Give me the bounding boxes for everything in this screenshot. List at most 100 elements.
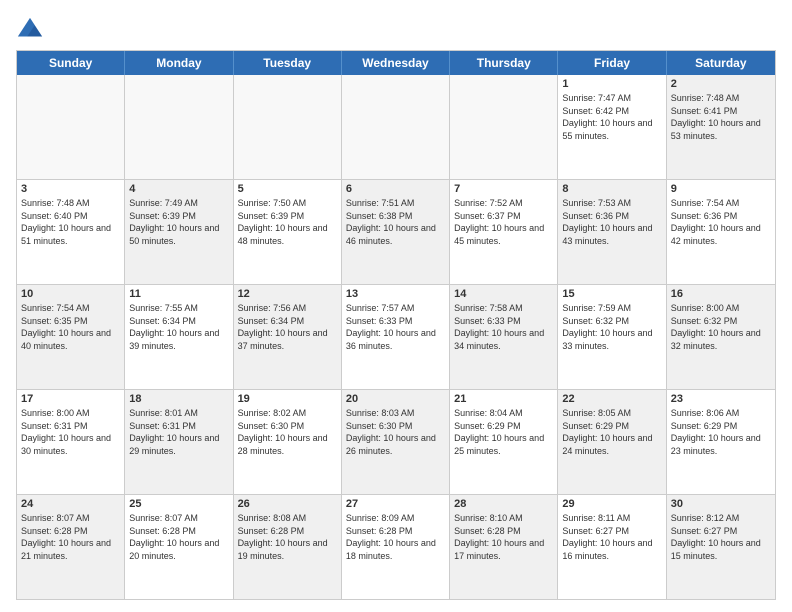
calendar-cell: 20 Sunrise: 8:03 AMSunset: 6:30 PMDayligh… xyxy=(342,390,450,494)
day-info: Sunrise: 7:50 AMSunset: 6:39 PMDaylight:… xyxy=(238,197,337,247)
calendar-cell: 27Sunrise: 8:09 AMSunset: 6:28 PMDayligh… xyxy=(342,495,450,599)
day-number: 5 xyxy=(238,183,337,195)
calendar-cell: 15Sunrise: 7:59 AMSunset: 6:32 PMDayligh… xyxy=(558,285,666,389)
day-info: Sunrise: 8:11 AMSunset: 6:27 PMDaylight:… xyxy=(562,512,661,562)
calendar-cell: 29 Sunrise: 8:11 AMSunset: 6:27 PMDayligh… xyxy=(558,495,666,599)
calendar-cell: 18 Sunrise: 8:01 AMSunset: 6:31 PMDayligh… xyxy=(125,390,233,494)
day-number: 23 xyxy=(671,393,771,405)
day-info: Sunrise: 7:48 AMSunset: 6:40 PMDaylight:… xyxy=(21,197,120,247)
day-number: 20 xyxy=(346,393,445,405)
calendar-cell: 5 Sunrise: 7:50 AMSunset: 6:39 PMDaylight… xyxy=(234,180,342,284)
logo-icon xyxy=(16,16,44,44)
calendar-cell: 13 Sunrise: 7:57 AMSunset: 6:33 PMDayligh… xyxy=(342,285,450,389)
calendar-row: 17 Sunrise: 8:00 AMSunset: 6:31 PMDayligh… xyxy=(17,389,775,494)
day-number: 29 xyxy=(562,498,661,510)
day-number: 16 xyxy=(671,288,771,300)
day-number: 8 xyxy=(562,183,661,195)
day-info: Sunrise: 8:12 AMSunset: 6:27 PMDaylight:… xyxy=(671,512,771,562)
calendar-row: 3 Sunrise: 7:48 AMSunset: 6:40 PMDaylight… xyxy=(17,179,775,284)
page: SundayMondayTuesdayWednesdayThursdayFrid… xyxy=(0,0,792,612)
calendar-cell xyxy=(342,75,450,179)
day-number: 21 xyxy=(454,393,553,405)
calendar-body: 1Sunrise: 7:47 AMSunset: 6:42 PMDaylight… xyxy=(17,75,775,599)
day-info: Sunrise: 7:54 AMSunset: 6:36 PMDaylight:… xyxy=(671,197,771,247)
day-info: Sunrise: 8:07 AMSunset: 6:28 PMDaylight:… xyxy=(129,512,228,562)
calendar-cell: 11 Sunrise: 7:55 AMSunset: 6:34 PMDayligh… xyxy=(125,285,233,389)
day-info: Sunrise: 7:54 AMSunset: 6:35 PMDaylight:… xyxy=(21,302,120,352)
calendar-header-day: Monday xyxy=(125,51,233,75)
day-info: Sunrise: 8:00 AMSunset: 6:32 PMDaylight:… xyxy=(671,302,771,352)
day-number: 2 xyxy=(671,78,771,90)
day-number: 7 xyxy=(454,183,553,195)
day-info: Sunrise: 8:06 AMSunset: 6:29 PMDaylight:… xyxy=(671,407,771,457)
calendar-cell: 17 Sunrise: 8:00 AMSunset: 6:31 PMDayligh… xyxy=(17,390,125,494)
calendar-cell: 14Sunrise: 7:58 AMSunset: 6:33 PMDayligh… xyxy=(450,285,558,389)
day-number: 1 xyxy=(562,78,661,90)
calendar-header-day: Friday xyxy=(558,51,666,75)
calendar-cell: 2Sunrise: 7:48 AMSunset: 6:41 PMDaylight… xyxy=(667,75,775,179)
calendar-cell: 28 Sunrise: 8:10 AMSunset: 6:28 PMDayligh… xyxy=(450,495,558,599)
day-number: 6 xyxy=(346,183,445,195)
calendar-cell: 8 Sunrise: 7:53 AMSunset: 6:36 PMDaylight… xyxy=(558,180,666,284)
calendar-cell xyxy=(125,75,233,179)
day-number: 19 xyxy=(238,393,337,405)
calendar-cell: 21 Sunrise: 8:04 AMSunset: 6:29 PMDayligh… xyxy=(450,390,558,494)
day-number: 22 xyxy=(562,393,661,405)
day-info: Sunrise: 8:02 AMSunset: 6:30 PMDaylight:… xyxy=(238,407,337,457)
calendar-header-day: Wednesday xyxy=(342,51,450,75)
day-number: 11 xyxy=(129,288,228,300)
day-number: 30 xyxy=(671,498,771,510)
calendar-cell xyxy=(450,75,558,179)
calendar-cell: 30 Sunrise: 8:12 AMSunset: 6:27 PMDayligh… xyxy=(667,495,775,599)
day-info: Sunrise: 7:52 AMSunset: 6:37 PMDaylight:… xyxy=(454,197,553,247)
day-number: 9 xyxy=(671,183,771,195)
day-info: Sunrise: 8:00 AMSunset: 6:31 PMDaylight:… xyxy=(21,407,120,457)
calendar-cell: 9 Sunrise: 7:54 AMSunset: 6:36 PMDaylight… xyxy=(667,180,775,284)
day-info: Sunrise: 7:57 AMSunset: 6:33 PMDaylight:… xyxy=(346,302,445,352)
calendar-cell: 10 Sunrise: 7:54 AMSunset: 6:35 PMDayligh… xyxy=(17,285,125,389)
calendar: SundayMondayTuesdayWednesdayThursdayFrid… xyxy=(16,50,776,600)
calendar-cell: 19 Sunrise: 8:02 AMSunset: 6:30 PMDayligh… xyxy=(234,390,342,494)
day-number: 13 xyxy=(346,288,445,300)
calendar-cell: 24Sunrise: 8:07 AMSunset: 6:28 PMDayligh… xyxy=(17,495,125,599)
day-info: Sunrise: 8:03 AMSunset: 6:30 PMDaylight:… xyxy=(346,407,445,457)
day-number: 25 xyxy=(129,498,228,510)
day-number: 24 xyxy=(21,498,120,510)
day-info: Sunrise: 7:49 AMSunset: 6:39 PMDaylight:… xyxy=(129,197,228,247)
day-info: Sunrise: 8:08 AMSunset: 6:28 PMDaylight:… xyxy=(238,512,337,562)
day-number: 12 xyxy=(238,288,337,300)
calendar-cell xyxy=(17,75,125,179)
calendar-cell xyxy=(234,75,342,179)
day-info: Sunrise: 8:01 AMSunset: 6:31 PMDaylight:… xyxy=(129,407,228,457)
calendar-cell: 12Sunrise: 7:56 AMSunset: 6:34 PMDayligh… xyxy=(234,285,342,389)
day-number: 17 xyxy=(21,393,120,405)
calendar-cell: 3 Sunrise: 7:48 AMSunset: 6:40 PMDaylight… xyxy=(17,180,125,284)
calendar-row: 10 Sunrise: 7:54 AMSunset: 6:35 PMDayligh… xyxy=(17,284,775,389)
calendar-header-day: Tuesday xyxy=(234,51,342,75)
calendar-cell: 1Sunrise: 7:47 AMSunset: 6:42 PMDaylight… xyxy=(558,75,666,179)
calendar-row: 24 Sunrise: 8:07 AMSunset: 6:28 PMDayligh… xyxy=(17,494,775,599)
calendar-cell: 16 Sunrise: 8:00 AMSunset: 6:32 PMDayligh… xyxy=(667,285,775,389)
day-info: Sunrise: 7:55 AMSunset: 6:34 PMDaylight:… xyxy=(129,302,228,352)
calendar-header-day: Sunday xyxy=(17,51,125,75)
calendar-cell: 23 Sunrise: 8:06 AMSunset: 6:29 PMDayligh… xyxy=(667,390,775,494)
calendar-cell: 4 Sunrise: 7:49 AMSunset: 6:39 PMDaylight… xyxy=(125,180,233,284)
day-number: 3 xyxy=(21,183,120,195)
day-info: Sunrise: 7:53 AMSunset: 6:36 PMDaylight:… xyxy=(562,197,661,247)
day-number: 10 xyxy=(21,288,120,300)
calendar-header-day: Saturday xyxy=(667,51,775,75)
calendar-cell: 22 Sunrise: 8:05 AMSunset: 6:29 PMDayligh… xyxy=(558,390,666,494)
day-number: 26 xyxy=(238,498,337,510)
calendar-header: SundayMondayTuesdayWednesdayThursdayFrid… xyxy=(17,51,775,75)
day-info: Sunrise: 8:04 AMSunset: 6:29 PMDaylight:… xyxy=(454,407,553,457)
day-number: 28 xyxy=(454,498,553,510)
logo xyxy=(16,16,46,44)
day-info: Sunrise: 8:05 AMSunset: 6:29 PMDaylight:… xyxy=(562,407,661,457)
day-info: Sunrise: 8:10 AMSunset: 6:28 PMDaylight:… xyxy=(454,512,553,562)
calendar-cell: 25 Sunrise: 8:07 AMSunset: 6:28 PMDayligh… xyxy=(125,495,233,599)
calendar-cell: 7 Sunrise: 7:52 AMSunset: 6:37 PMDaylight… xyxy=(450,180,558,284)
header xyxy=(16,12,776,44)
calendar-header-day: Thursday xyxy=(450,51,558,75)
day-number: 4 xyxy=(129,183,228,195)
day-number: 18 xyxy=(129,393,228,405)
